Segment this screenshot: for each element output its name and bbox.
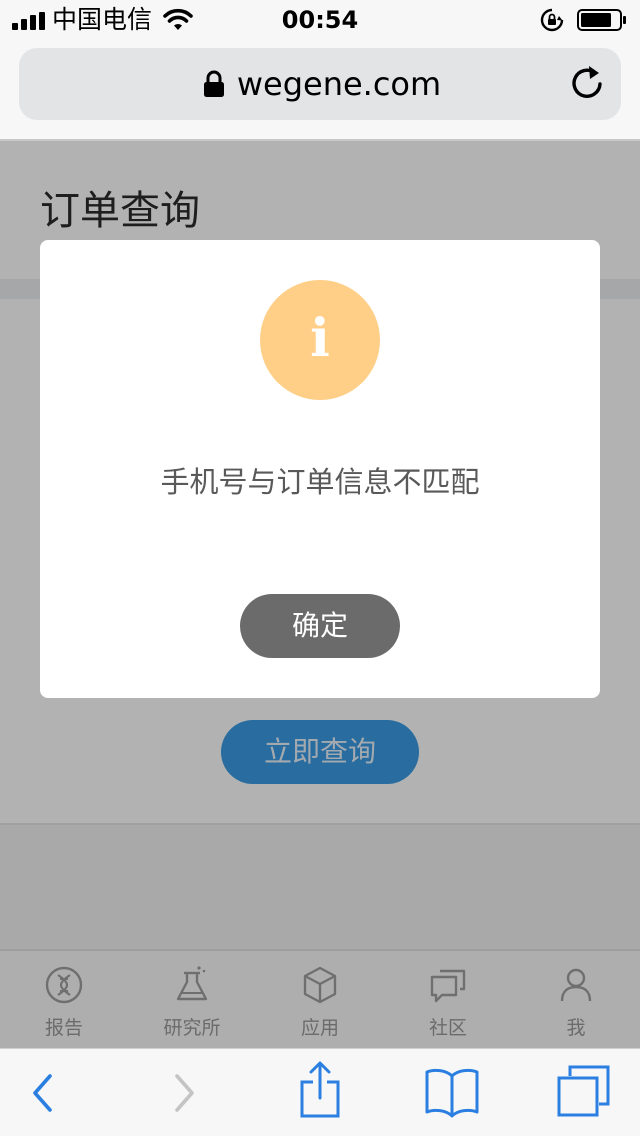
- share-icon[interactable]: [296, 1060, 344, 1120]
- battery-icon: [577, 9, 626, 31]
- bookmarks-icon[interactable]: [424, 1066, 480, 1118]
- tabs-icon[interactable]: [556, 1064, 612, 1118]
- alert-dialog: i 手机号与订单信息不匹配 确定: [40, 240, 600, 698]
- info-icon: i: [260, 280, 380, 400]
- reload-icon[interactable]: [568, 64, 606, 104]
- back-arrow-icon[interactable]: [20, 1068, 68, 1118]
- info-glyph: i: [310, 308, 330, 369]
- confirm-button[interactable]: 确定: [240, 594, 400, 658]
- forward-arrow-icon[interactable]: [160, 1068, 208, 1118]
- dialog-message: 手机号与订单信息不匹配: [160, 465, 480, 499]
- rotation-lock-icon: [540, 8, 564, 32]
- url-text[interactable]: wegene.com: [0, 63, 640, 105]
